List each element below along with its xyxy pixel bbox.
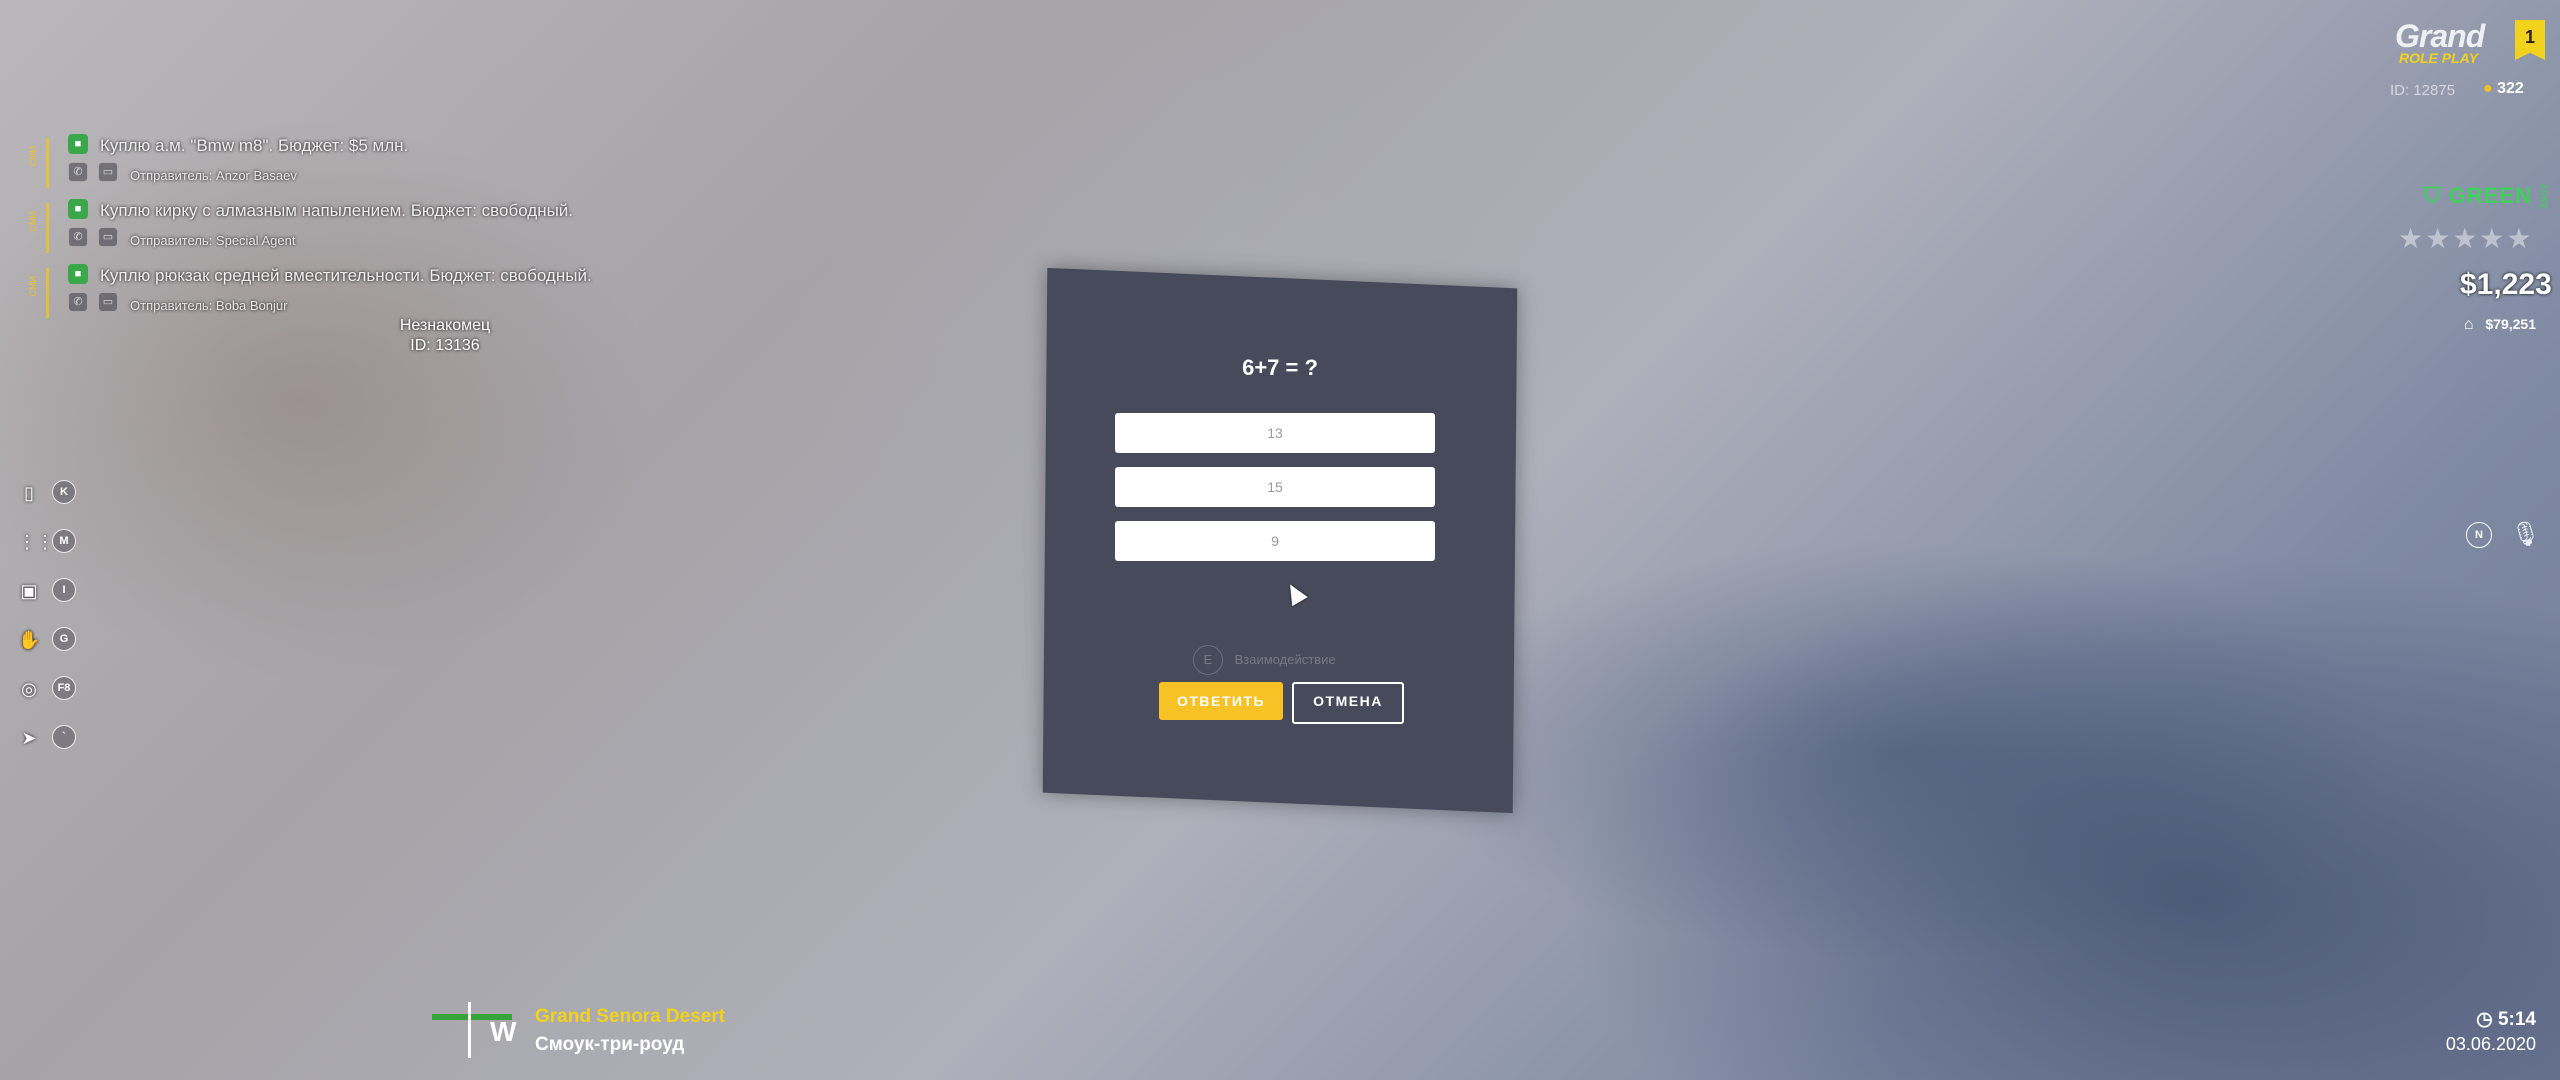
message-icon[interactable]: ▭ [98,227,118,247]
hotkey-key: G [52,627,76,651]
wanted-stars: ★★★★★ [2398,223,2534,254]
bank-icon: ⌂ [2463,316,2474,333]
phone-icon[interactable]: ✆ [68,227,88,247]
voice-key: N [2466,521,2492,548]
ad-text: Куплю а.м. "Bmw m8". Бюджет: $5 млн. [100,136,409,155]
online-count: ● 322 [2483,80,2524,98]
ad-message: СМИ ■ ✆ ▭ Куплю кирку с алмазным напылен… [28,197,648,255]
zone-name: GREEN [2448,183,2532,208]
ad-accent-bar [46,203,49,253]
animation-icon: ✋ [18,630,41,650]
location-panel: W Grand Senora Desert Смоук-три-роуд [430,1000,780,1060]
bag-icon: ■ [68,134,88,154]
street-name: Смоук-три-роуд [535,1034,685,1055]
ad-accent-bar [46,268,49,318]
ad-message: СМИ ■ ✆ ▭ Куплю а.м. "Bmw m8". Бюджет: $… [28,132,648,190]
zone-sub: ZONE [2539,184,2549,211]
bank-balance: ⌂ $79,251 [2454,316,2536,334]
zone-indicator: ⛉ GREEN ZONE [2424,183,2548,210]
time-text: 5:14 [2497,1009,2536,1030]
players-icon: ● [2483,80,2493,97]
cash-amount: $1,223 [2460,268,2552,301]
bank-amount: $79,251 [2485,316,2536,332]
hide-hud-icon: ◎ [21,679,37,699]
backpack-icon: ▣ [20,581,38,601]
voice-chat: N 🎙 [2466,520,2541,549]
area-name: Grand Senora Desert [535,1006,726,1027]
ad-sender: Отправитель: Boba Bonjur [130,298,288,313]
ad-text: Куплю рюкзак средней вместительности. Бю… [100,266,592,285]
ad-tag: СМИ [28,276,38,297]
hotkey-key: ` [52,725,76,749]
game-time: ◷ 5:14 [2476,1008,2536,1031]
interaction-hint: E Взаимодействие [1193,645,1336,675]
message-icon[interactable]: ▭ [98,292,118,312]
interaction-hint-text: Взаимодействие [1234,652,1336,667]
server-logo: Grand ROLE PLAY 1 [2395,18,2545,68]
cancel-button[interactable]: ОТМЕНА [1292,682,1404,724]
clock-icon: ◷ [2476,1009,2493,1030]
online-number: 322 [2497,80,2524,97]
player-nametag: Незнакомец ID: 13136 [380,316,510,356]
answer-option-1[interactable]: 13 [1115,413,1435,453]
ad-sender: Отправитель: Anzor Basaev [130,168,297,183]
location-divider [468,1002,471,1058]
answer-option-3[interactable]: 9 [1115,521,1435,561]
hotkey-key: M [52,529,76,553]
hotkey-inventory[interactable]: ▣ I [18,576,88,606]
grid-menu-icon: ⋮⋮ [18,532,54,552]
hotkey-key: F8 [52,676,76,700]
phone-icon[interactable]: ✆ [68,162,88,182]
hotkey-key: I [52,578,76,602]
game-date: 03.06.2020 [2445,1034,2536,1054]
cursor-icon: ➤ [21,728,37,748]
shield-icon: ⛉ [2424,183,2442,208]
ad-sender: Отправитель: Special Agent [130,233,296,248]
player-name: Незнакомец [399,317,491,334]
player-id-display: ID: 12875 [2390,82,2456,99]
ad-text: Куплю кирку с алмазным напылением. Бюдже… [100,201,574,220]
tablet-icon: ▯ [24,483,34,503]
bag-icon: ■ [68,199,88,219]
ad-tag: СМИ [28,211,38,232]
player-id: ID: 13136 [410,337,480,354]
message-icon[interactable]: ▭ [98,162,118,182]
phone-icon[interactable]: ✆ [68,292,88,312]
submit-answer-button[interactable]: ОТВЕТИТЬ [1159,682,1283,720]
hotkey-animation[interactable]: ✋ G [18,625,88,655]
hotkey-cursor[interactable]: ➤ ` [18,723,88,753]
hotkey-menu[interactable]: ⋮⋮ M [18,527,88,557]
microphone-muted-icon: 🎙 [2510,521,2541,548]
hotkey-key: K [52,480,76,504]
ad-accent-bar [46,138,49,188]
logo-roleplay: ROLE PLAY [2399,50,2479,66]
server-number: 1 [2515,20,2545,60]
interaction-key: E [1193,645,1223,675]
dialog-question: 6+7 = ? [1242,355,1318,380]
answer-option-2[interactable]: 15 [1115,467,1435,507]
ad-tag: СМИ [28,146,38,167]
hotkey-hide-hud[interactable]: ◎ F8 [18,674,88,704]
compass-direction: W [490,1016,517,1047]
ad-message: СМИ ■ ✆ ▭ Куплю рюкзак средней вместител… [28,262,648,320]
hotkey-tablet[interactable]: ▯ K [18,478,88,508]
bag-icon: ■ [68,264,88,284]
